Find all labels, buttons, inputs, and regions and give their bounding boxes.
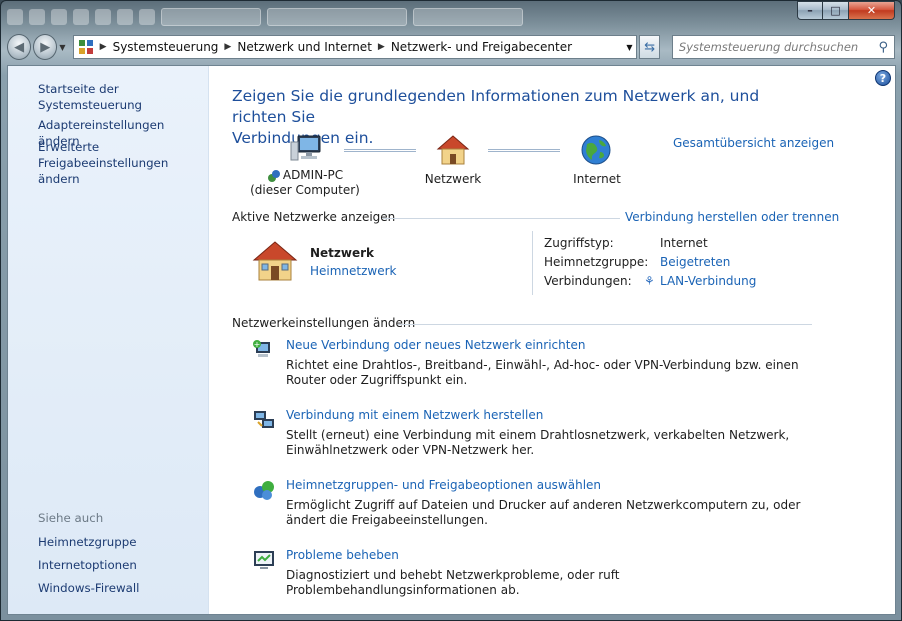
search-box[interactable]: ⚲ bbox=[671, 35, 895, 59]
access-type-value: Internet bbox=[660, 236, 708, 250]
see-also-heading: Siehe auch bbox=[38, 511, 104, 525]
back-button[interactable]: ◀ bbox=[7, 34, 32, 60]
chevron-right-icon[interactable]: ▶ bbox=[378, 42, 385, 52]
sidebar-internet-options-link[interactable]: Internetoptionen bbox=[38, 557, 137, 573]
help-icon[interactable]: ? bbox=[875, 70, 891, 86]
breadcrumb-systemsteuerung[interactable]: Systemsteuerung bbox=[113, 40, 219, 54]
homegroup-options-link[interactable]: Heimnetzgruppen- und Freigabeoptionen au… bbox=[286, 478, 601, 492]
homegroup-icon bbox=[254, 481, 274, 500]
control-panel-icon bbox=[78, 39, 94, 55]
troubleshoot-icon bbox=[254, 551, 274, 569]
navigation-bar: ◀ ▶ ▼ ▶ Systemsteuerung ▶ Netzwerk und I… bbox=[7, 31, 895, 63]
task-connect-network: Verbindung mit einem Netzwerk herstellen… bbox=[252, 408, 832, 464]
minimize-button[interactable]: – bbox=[797, 1, 823, 20]
caption-buttons: – □ ✕ bbox=[797, 1, 895, 20]
content-pane: Startseite der Systemsteuerung Adapterei… bbox=[7, 65, 896, 615]
main-area: Zeigen Sie die grundlegenden Information… bbox=[232, 66, 839, 614]
explorer-window: – □ ✕ ◀ ▶ ▼ ▶ Systemsteuerung ▶ Netzwerk… bbox=[0, 0, 902, 621]
background-field bbox=[413, 8, 523, 26]
toolbar-icon bbox=[95, 9, 111, 25]
toolbar-icon bbox=[29, 9, 45, 25]
sidebar-home-link[interactable]: Startseite der Systemsteuerung bbox=[38, 81, 208, 113]
computer-name: ADMIN-PC bbox=[282, 168, 344, 182]
refresh-icon: ⇆ bbox=[644, 39, 656, 55]
map-computer[interactable] bbox=[262, 134, 352, 168]
connect-network-icon bbox=[254, 411, 274, 428]
toolbar-icon bbox=[51, 9, 67, 25]
section-divider bbox=[398, 324, 812, 325]
refresh-button[interactable]: ⇆ bbox=[639, 35, 660, 59]
home-network-icon bbox=[252, 241, 298, 281]
full-map-link[interactable]: Gesamtübersicht anzeigen bbox=[673, 136, 834, 150]
troubleshoot-description: Diagnostiziert und behebt Netzwerkproble… bbox=[286, 568, 620, 597]
svg-text:+: + bbox=[254, 340, 261, 349]
task-new-connection: + Neue Verbindung oder neues Netzwerk ei… bbox=[252, 338, 832, 394]
breadcrumb-freigabecenter[interactable]: Netzwerk- und Freigabecenter bbox=[391, 40, 572, 54]
computer-icon bbox=[290, 135, 321, 161]
homegroup-label: Heimnetzgruppe: bbox=[544, 255, 649, 269]
sidebar: Startseite der Systemsteuerung Adapterei… bbox=[8, 66, 209, 614]
map-network[interactable] bbox=[428, 134, 478, 170]
toolbar-icon bbox=[7, 9, 23, 25]
chevron-right-icon[interactable]: ▶ bbox=[224, 42, 231, 52]
new-connection-description: Richtet eine Drahtlos-, Breitband-, Einw… bbox=[286, 358, 799, 387]
sidebar-advanced-line1: Erweiterte bbox=[38, 140, 100, 154]
map-computer-label: ADMIN-PC (dieser Computer) bbox=[250, 168, 360, 198]
task-troubleshoot: Probleme beheben Diagnostiziert und behe… bbox=[252, 548, 832, 597]
map-connector bbox=[344, 149, 416, 152]
search-input[interactable] bbox=[678, 40, 879, 54]
globe-icon bbox=[581, 135, 611, 165]
page-title-line1: Zeigen Sie die grundlegenden Information… bbox=[232, 87, 760, 126]
search-icon[interactable]: ⚲ bbox=[878, 40, 888, 55]
vertical-divider bbox=[532, 231, 533, 295]
network-user-icon bbox=[267, 169, 280, 182]
computer-subtitle: (dieser Computer) bbox=[250, 183, 360, 197]
background-toolbar bbox=[7, 5, 597, 29]
map-internet[interactable] bbox=[578, 134, 614, 170]
connections-value[interactable]: ⚘ LAN-Verbindung bbox=[644, 274, 756, 288]
network-settings-heading: Netzwerkeinstellungen ändern bbox=[232, 316, 416, 330]
arrow-left-icon: ◀ bbox=[14, 39, 25, 55]
map-network-label: Netzwerk bbox=[424, 172, 482, 186]
connections-label: Verbindungen: bbox=[544, 274, 632, 288]
active-networks-heading: Aktive Netzwerke anzeigen bbox=[232, 210, 396, 224]
sidebar-advanced-line2: Freigabeeinstellungen ändern bbox=[38, 156, 169, 186]
task-homegroup-options: Heimnetzgruppen- und Freigabeoptionen au… bbox=[252, 478, 832, 534]
sidebar-advanced-sharing-link[interactable]: Erweiterte Freigabeeinstellungen ändern bbox=[38, 139, 208, 187]
chevron-right-icon: ▶ bbox=[99, 42, 107, 52]
address-bar[interactable]: ▶ Systemsteuerung ▶ Netzwerk und Interne… bbox=[72, 35, 638, 59]
address-dropdown-icon[interactable]: ▼ bbox=[622, 43, 636, 52]
forward-button[interactable]: ▶ bbox=[33, 34, 58, 60]
breadcrumb-netzwerk-und-internet[interactable]: Netzwerk und Internet bbox=[237, 40, 372, 54]
map-internet-label: Internet bbox=[573, 172, 621, 186]
sidebar-homegroup-link[interactable]: Heimnetzgruppe bbox=[38, 534, 137, 550]
house-icon bbox=[436, 135, 470, 165]
ethernet-icon: ⚘ bbox=[644, 274, 655, 288]
background-field bbox=[161, 8, 261, 26]
active-network-name: Netzwerk bbox=[310, 246, 375, 260]
background-field bbox=[267, 8, 407, 26]
new-connection-link[interactable]: Neue Verbindung oder neues Netzwerk einr… bbox=[286, 338, 585, 352]
toolbar-icon bbox=[117, 9, 133, 25]
network-type-link[interactable]: Heimnetzwerk bbox=[310, 264, 397, 278]
arrow-right-icon: ▶ bbox=[40, 39, 51, 55]
toolbar-icon bbox=[73, 9, 89, 25]
connect-disconnect-link[interactable]: Verbindung herstellen oder trennen bbox=[625, 210, 839, 224]
section-divider bbox=[382, 218, 620, 219]
recent-pages-dropdown[interactable]: ▼ bbox=[59, 43, 68, 52]
new-connection-icon: + bbox=[253, 340, 270, 357]
lan-connection-link[interactable]: LAN-Verbindung bbox=[660, 274, 756, 288]
troubleshoot-link[interactable]: Probleme beheben bbox=[286, 548, 399, 562]
homegroup-options-description: Ermöglicht Zugriff auf Dateien und Druck… bbox=[286, 498, 801, 527]
toolbar-icon bbox=[139, 9, 155, 25]
homegroup-status-link[interactable]: Beigetreten bbox=[660, 255, 730, 269]
connect-network-description: Stellt (erneut) eine Verbindung mit eine… bbox=[286, 428, 790, 457]
close-button[interactable]: ✕ bbox=[849, 1, 895, 20]
connect-network-link[interactable]: Verbindung mit einem Netzwerk herstellen bbox=[286, 408, 543, 422]
maximize-button[interactable]: □ bbox=[823, 1, 849, 20]
access-type-label: Zugriffstyp: bbox=[544, 236, 614, 250]
sidebar-firewall-link[interactable]: Windows-Firewall bbox=[38, 580, 139, 596]
map-connector bbox=[488, 149, 560, 152]
